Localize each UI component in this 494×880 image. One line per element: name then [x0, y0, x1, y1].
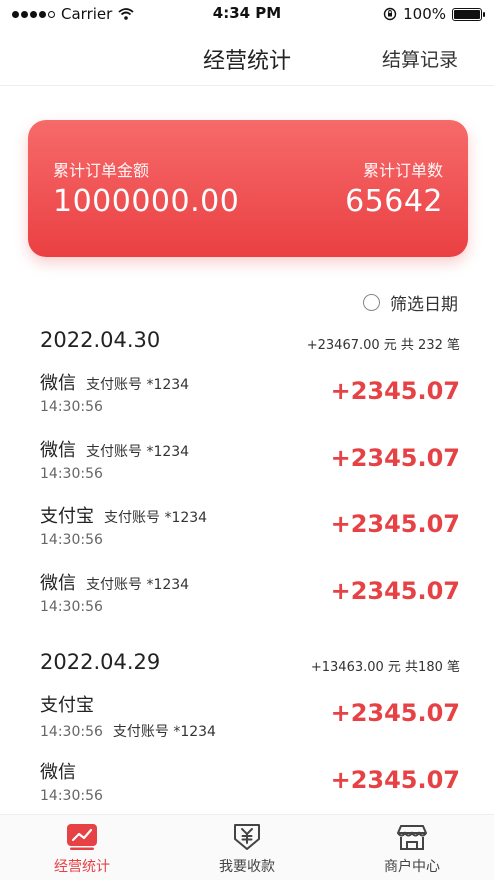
tab-label: 我要收款 [219, 859, 275, 875]
battery-percent: 100% [403, 5, 446, 23]
stats-chart-icon [67, 824, 97, 850]
store-icon [397, 825, 427, 850]
transaction-row[interactable]: 微信 支付账号 *1234 14:30:56 +2345.07 [40, 569, 460, 635]
channel-name: 微信 [40, 440, 76, 461]
filter-date-toggle[interactable]: 筛选日期 [363, 290, 458, 315]
total-orders-value: 65642 [345, 184, 443, 219]
day-summary: +13463.00 元 共180 笔 [310, 660, 460, 675]
account-number: 支付账号 *1234 [86, 577, 190, 593]
total-orders-label: 累计订单数 [362, 161, 443, 180]
battery-icon [452, 7, 485, 21]
transaction-row[interactable]: 支付宝 14:30:56 支付账号 *1234 +2345.07 [40, 691, 460, 757]
transaction-amount: +2345.07 [330, 699, 460, 727]
transaction-time: 14:30:56 [40, 532, 103, 548]
tab-merchant-center[interactable]: 商户中心 [330, 815, 494, 880]
day-summary: +23467.00 元 共 232 笔 [306, 338, 460, 353]
transaction-row[interactable]: 微信 支付账号 *1234 14:30:56 +2345.07 [40, 436, 460, 502]
day-header: 2022.04.30 +23467.00 元 共 232 笔 [40, 328, 460, 358]
transaction-time: 14:30:56 [40, 724, 103, 740]
filter-date-label: 筛选日期 [390, 295, 458, 315]
total-amount-label: 累计订单金额 [53, 161, 150, 180]
summary-card: 累计订单金额 1000000.00 累计订单数 65642 [28, 120, 468, 257]
transaction-row[interactable]: 支付宝 支付账号 *1234 14:30:56 +2345.07 [40, 502, 460, 568]
day-date: 2022.04.29 [40, 650, 161, 674]
total-amount-value: 1000000.00 [53, 184, 240, 219]
transaction-amount: +2345.07 [330, 577, 460, 605]
settlement-records-link[interactable]: 结算记录 [382, 45, 458, 72]
transaction-row[interactable]: 微信 支付账号 *1234 14:30:56 +2345.07 [40, 369, 460, 435]
tab-label: 商户中心 [384, 859, 440, 875]
channel-name: 支付宝 [40, 695, 94, 716]
channel-name: 微信 [40, 573, 76, 594]
transaction-time: 14:30:56 [40, 788, 103, 804]
account-number: 支付账号 *1234 [86, 444, 190, 460]
transaction-amount: +2345.07 [330, 444, 460, 472]
tab-label: 经营统计 [54, 859, 110, 875]
transaction-amount: +2345.07 [330, 510, 460, 538]
channel-name: 支付宝 [40, 506, 94, 527]
account-number: 支付账号 *1234 [86, 377, 190, 393]
battery-group: 100% [383, 5, 485, 23]
receive-money-icon [234, 824, 260, 850]
transaction-amount: +2345.07 [330, 377, 460, 405]
transaction-amount: +2345.07 [330, 766, 460, 794]
channel-name: 微信 [40, 762, 76, 783]
transaction-time: 14:30:56 [40, 599, 103, 615]
status-bar: Carrier 4:34 PM 100% [0, 0, 494, 28]
account-number: 支付账号 *1234 [104, 510, 208, 526]
channel-name: 微信 [40, 373, 76, 394]
day-header: 2022.04.29 +13463.00 元 共180 笔 [40, 650, 460, 680]
radio-circle-icon[interactable] [363, 294, 380, 311]
transaction-time: 14:30:56 [40, 399, 103, 415]
tab-bar: 经营统计 我要收款 商户中心 [0, 814, 494, 880]
rotation-lock-icon [383, 7, 397, 21]
account-number: 支付账号 *1234 [112, 724, 216, 740]
nav-bar: 经营统计 结算记录 [0, 28, 494, 86]
day-date: 2022.04.30 [40, 328, 161, 352]
transaction-time: 14:30:56 [40, 466, 103, 482]
tab-receive-payment[interactable]: 我要收款 [165, 815, 329, 880]
tab-business-stats[interactable]: 经营统计 [0, 815, 164, 880]
